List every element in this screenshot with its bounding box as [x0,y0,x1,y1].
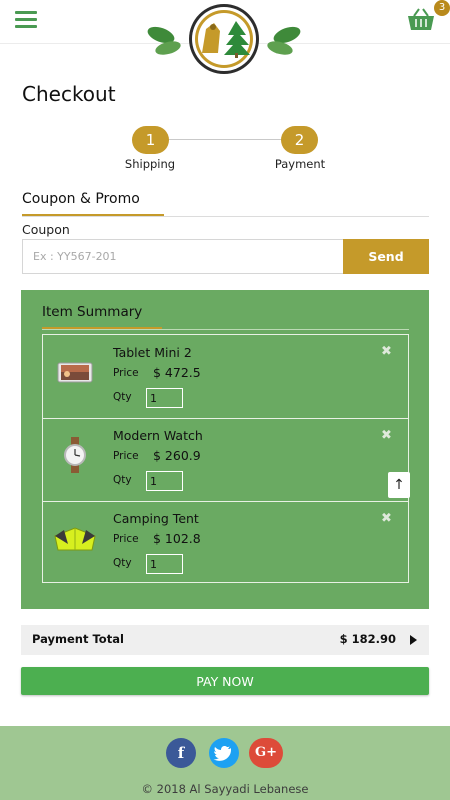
step-2-label: Payment [274,157,326,171]
copyright-text: © 2018 Al Sayyadi Lebanese [141,782,309,796]
payment-total-value: $ 182.90 [339,632,396,646]
page-title: Checkout [22,82,116,106]
google-plus-icon[interactable]: G+ [249,738,283,768]
items-list: Tablet Mini 2 Price $ 472.5 Qty ✖ Modern… [42,334,409,583]
remove-item-icon[interactable]: ✖ [381,511,392,526]
remove-item-icon[interactable]: ✖ [381,428,392,443]
qty-label: Qty [113,557,132,569]
price-label: Price [113,533,139,545]
tablet-icon [57,362,93,383]
coupon-label: Coupon [22,222,70,237]
list-item: Modern Watch Price $ 260.9 Qty ✖ [43,418,408,501]
coupon-input[interactable] [22,239,343,274]
twitter-bird-icon [213,746,231,761]
steps-connector [150,139,300,140]
list-item: Tablet Mini 2 Price $ 472.5 Qty ✖ [43,335,408,418]
item-summary-panel: Item Summary Tablet Mini 2 Price $ 472.5… [21,290,429,609]
caret-right-icon [410,635,417,645]
scroll-to-top-button[interactable]: ↑ [388,472,410,498]
pay-now-button[interactable]: PAY NOW [21,667,429,695]
send-coupon-button[interactable]: Send [343,239,429,274]
step-1-label: Shipping [124,157,176,171]
step-2-circle[interactable]: 2 [281,126,318,154]
item-name: Camping Tent [113,511,199,526]
quantity-input[interactable] [146,471,183,491]
quantity-input[interactable] [146,388,183,408]
facebook-icon[interactable]: f [166,738,196,768]
item-price: $ 260.9 [153,448,201,463]
quantity-input[interactable] [146,554,183,574]
remove-item-icon[interactable]: ✖ [381,344,392,359]
item-price: $ 472.5 [153,365,201,380]
cart-count-badge: 3 [434,0,450,16]
price-label: Price [113,450,139,462]
footer: f G+ © 2018 Al Sayyadi Lebanese [0,726,450,800]
qty-label: Qty [113,474,132,486]
step-1-circle[interactable]: 1 [132,126,169,154]
item-price: $ 102.8 [153,531,201,546]
summary-title-underline [42,327,162,329]
price-label: Price [113,367,139,379]
section-divider [22,216,429,217]
payment-total-label: Payment Total [32,632,124,646]
section-title-underline [22,214,164,216]
arrow-up-icon: ↑ [393,477,405,493]
payment-total-bar[interactable]: Payment Total $ 182.90 [21,625,429,655]
twitter-icon[interactable] [209,738,239,768]
coupon-section-title: Coupon & Promo [22,191,140,207]
tent-icon [54,527,96,551]
item-name: Tablet Mini 2 [113,345,192,360]
item-name: Modern Watch [113,428,203,443]
summary-divider [42,329,409,330]
qty-label: Qty [113,391,132,403]
item-summary-title: Item Summary [42,304,143,320]
al-sayyadi-logo[interactable] [146,3,302,75]
watch-icon [64,437,86,473]
hamburger-icon[interactable] [15,11,37,29]
list-item: Camping Tent Price $ 102.8 Qty ✖ [43,501,408,584]
